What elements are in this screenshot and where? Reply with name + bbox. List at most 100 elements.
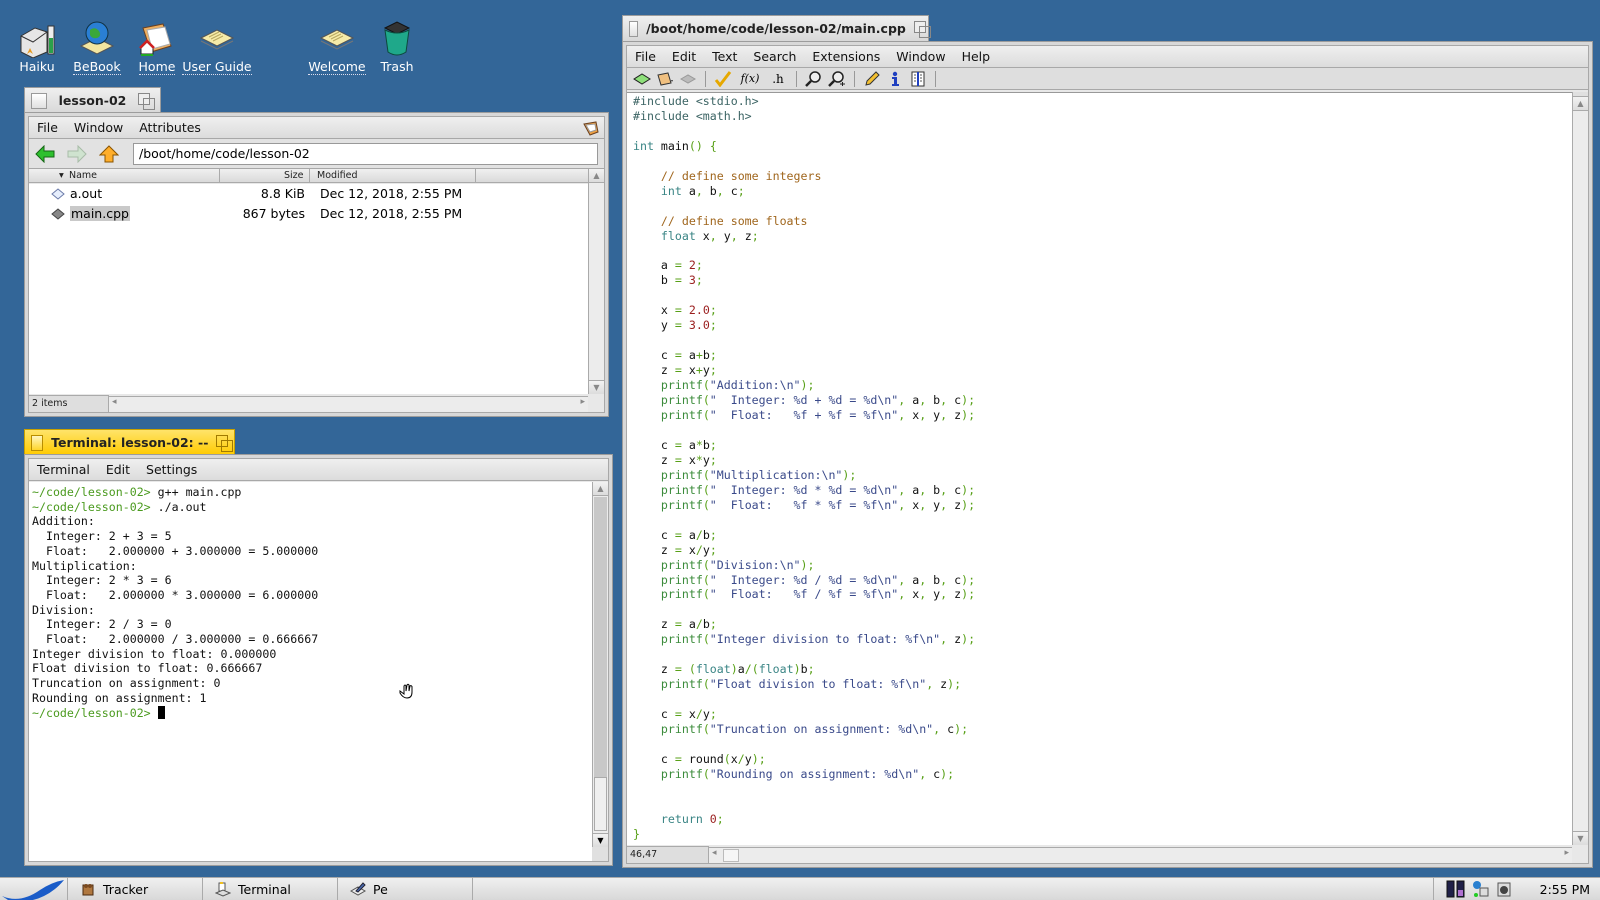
edit-pencil-icon[interactable] bbox=[863, 70, 881, 87]
terminal-text: Integer division to float: 0.000000 bbox=[32, 646, 277, 661]
shell-prompt: ~/code/lesson-02> bbox=[32, 499, 151, 514]
column-modified[interactable]: Modified bbox=[317, 170, 358, 181]
scroll-left-button[interactable]: ◂ bbox=[712, 848, 717, 858]
code-line: a = 2; bbox=[633, 258, 703, 273]
code-line: c = a+b; bbox=[633, 348, 717, 363]
code-line: ​ bbox=[633, 647, 1566, 662]
source-file-icon bbox=[51, 208, 65, 220]
code-line: z = x/y; bbox=[633, 542, 717, 557]
scroll-left-button[interactable]: ◂ bbox=[112, 397, 117, 407]
tracker-status-icon[interactable] bbox=[582, 120, 600, 136]
menu-window[interactable]: Window bbox=[888, 49, 953, 64]
zoom-button[interactable] bbox=[216, 434, 233, 452]
menu-help[interactable]: Help bbox=[954, 49, 999, 64]
menu-settings[interactable]: Settings bbox=[138, 462, 205, 477]
tracker-window: File Window Attributes /boot/home/code/l… bbox=[24, 112, 609, 417]
zoom-button[interactable] bbox=[913, 20, 932, 38]
network-status-icon[interactable] bbox=[1472, 880, 1490, 898]
code-line: ​ bbox=[633, 782, 1566, 797]
info-icon[interactable] bbox=[886, 71, 904, 87]
scroll-thumb[interactable] bbox=[723, 849, 739, 862]
horizontal-scrollbar[interactable]: ◂ ▸ bbox=[109, 396, 588, 412]
menu-extensions[interactable]: Extensions bbox=[804, 49, 888, 64]
zoom-button[interactable] bbox=[138, 92, 155, 110]
terminal-output[interactable]: ~/code/lesson-02> g++ main.cpp ~/code/les… bbox=[29, 482, 592, 861]
editor-window-tab[interactable]: /boot/home/code/lesson-02/main.cpp bbox=[622, 15, 932, 41]
find-next-icon[interactable] bbox=[828, 70, 846, 87]
taskbar-app-tracker[interactable]: Tracker bbox=[68, 878, 203, 900]
tracker-window-tab[interactable]: lesson-02 bbox=[24, 87, 161, 113]
desktop-icon-label: Trash bbox=[380, 59, 414, 74]
menu-edit[interactable]: Edit bbox=[664, 49, 704, 64]
file-modified: Dec 12, 2018, 2:55 PM bbox=[320, 206, 463, 221]
menu-edit[interactable]: Edit bbox=[98, 462, 138, 477]
file-row[interactable]: main.cpp 867 bytes Dec 12, 2018, 2:55 PM bbox=[29, 204, 588, 224]
scroll-thumb[interactable] bbox=[594, 777, 607, 831]
code-line: c = a/b; bbox=[633, 527, 717, 542]
scroll-up-button[interactable]: ▲ bbox=[1573, 97, 1588, 111]
taskbar-app-terminal[interactable]: Terminal bbox=[203, 878, 338, 900]
taskbar-app-pe[interactable]: Pe bbox=[338, 878, 473, 900]
scroll-right-button[interactable]: ▸ bbox=[1564, 848, 1569, 858]
clock[interactable]: 2:55 PM bbox=[1540, 882, 1590, 897]
scroll-down-button[interactable]: ▼ bbox=[593, 833, 608, 847]
menu-text[interactable]: Text bbox=[704, 49, 745, 64]
back-arrow-icon[interactable] bbox=[35, 144, 55, 163]
code-line: ​ bbox=[633, 288, 1566, 303]
vertical-scrollbar[interactable]: ▲ ▼ bbox=[588, 169, 604, 394]
save-icon[interactable] bbox=[679, 71, 697, 87]
path-input[interactable]: /boot/home/code/lesson-02 bbox=[133, 142, 598, 165]
process-monitor-icon[interactable] bbox=[1446, 880, 1466, 898]
terminal-text: Float: 2.000000 * 3.000000 = 6.000000 bbox=[32, 587, 319, 602]
menu-file[interactable]: File bbox=[627, 49, 664, 64]
terminal-line: Multiplication: bbox=[32, 559, 589, 574]
file-row[interactable]: a.out 8.8 KiB Dec 12, 2018, 2:55 PM bbox=[29, 184, 588, 204]
vertical-scrollbar[interactable]: ▲ ▼ bbox=[1572, 92, 1588, 845]
terminal-line: ~/code/lesson-02> bbox=[32, 705, 589, 721]
close-button[interactable] bbox=[629, 20, 639, 37]
column-name[interactable]: Name bbox=[69, 170, 97, 181]
desktop-icon-trash[interactable]: Trash bbox=[362, 18, 432, 74]
hand-pointer-icon bbox=[399, 683, 413, 699]
header-menu-icon[interactable]: .h bbox=[768, 71, 788, 87]
volume-speaker-icon[interactable] bbox=[1496, 880, 1512, 898]
terminal-line: Float division to float: 0.666667 bbox=[32, 661, 589, 676]
up-arrow-icon[interactable] bbox=[99, 144, 119, 163]
window-title: Terminal: lesson-02: -- bbox=[51, 435, 209, 450]
open-folder-icon[interactable] bbox=[656, 71, 674, 87]
scroll-right-button[interactable]: ▸ bbox=[580, 397, 585, 407]
column-size[interactable]: Size bbox=[284, 170, 304, 181]
forward-arrow-icon[interactable] bbox=[67, 144, 87, 163]
find-icon[interactable] bbox=[805, 70, 823, 87]
menu-terminal[interactable]: Terminal bbox=[29, 462, 98, 477]
horizontal-scrollbar[interactable]: ◂ ▸ bbox=[709, 847, 1572, 863]
menu-search[interactable]: Search bbox=[745, 49, 804, 64]
navigation-bar: /boot/home/code/lesson-02 bbox=[29, 139, 604, 169]
menu-window[interactable]: Window bbox=[66, 120, 131, 135]
function-menu-icon[interactable]: f(x) bbox=[737, 71, 763, 87]
vertical-scrollbar[interactable]: ▲ ▼ bbox=[592, 482, 608, 847]
leaf-menu-button[interactable] bbox=[0, 878, 68, 900]
split-view-icon[interactable] bbox=[909, 71, 927, 87]
menu-file[interactable]: File bbox=[29, 120, 66, 135]
code-line: ​ bbox=[633, 199, 1566, 214]
check-icon[interactable] bbox=[714, 70, 732, 87]
scroll-down-button[interactable]: ▼ bbox=[1573, 831, 1588, 845]
close-button[interactable] bbox=[31, 434, 44, 451]
scroll-down-button[interactable]: ▼ bbox=[589, 380, 604, 394]
taskbar-app-label: Pe bbox=[373, 881, 388, 897]
terminal-line: ~/code/lesson-02> g++ main.cpp bbox=[32, 485, 589, 500]
code-line: printf(" Float: %f * %f = %f\n", x, y, z… bbox=[660, 497, 976, 512]
code-line: int main() { bbox=[633, 138, 717, 153]
scroll-up-button[interactable]: ▲ bbox=[593, 482, 608, 496]
resize-handle[interactable] bbox=[592, 847, 608, 861]
terminal-window-tab[interactable]: Terminal: lesson-02: -- bbox=[24, 429, 235, 455]
scroll-up-button[interactable]: ▲ bbox=[589, 169, 604, 183]
new-document-icon[interactable] bbox=[633, 71, 651, 87]
code-line: printf("Rounding on assignment: %d\n", c… bbox=[660, 766, 955, 781]
code-editor[interactable]: #include <stdio.h>#include <math.h>​int … bbox=[627, 92, 1572, 845]
code-line: #include <stdio.h> bbox=[633, 94, 759, 108]
close-button[interactable] bbox=[31, 92, 47, 109]
menu-attributes[interactable]: Attributes bbox=[131, 120, 209, 135]
desktop-icon-user-guide[interactable]: User Guide bbox=[182, 18, 252, 75]
